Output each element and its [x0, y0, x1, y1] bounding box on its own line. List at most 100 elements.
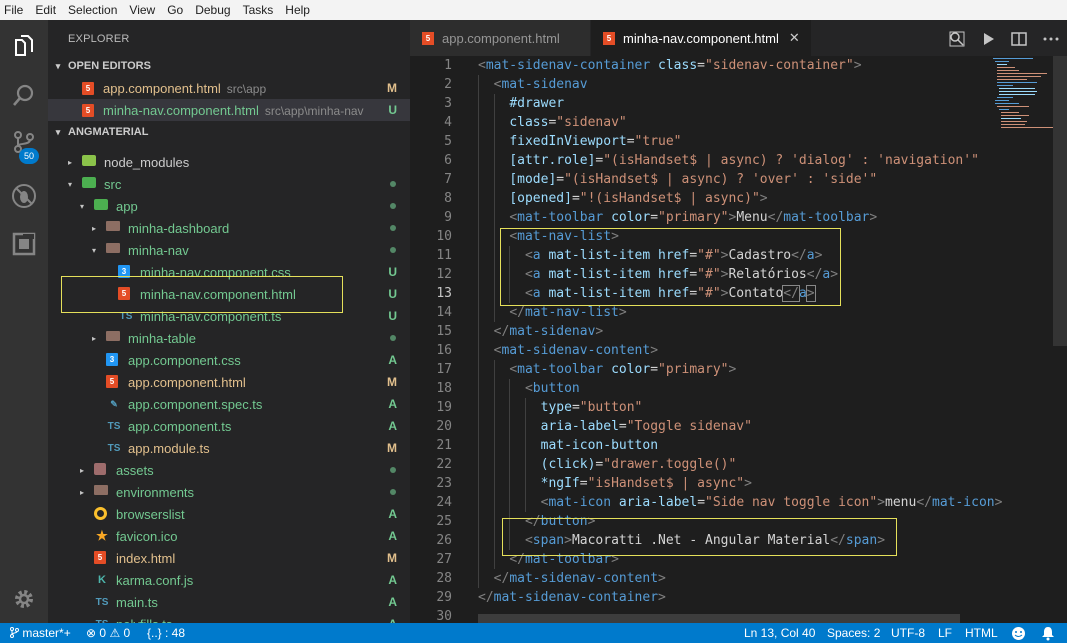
code-token: [mode] [509, 172, 557, 187]
tab-minha-nav-component-html[interactable]: 5 minha-nav.component.html ✕ [591, 20, 811, 56]
tree-file[interactable]: 5 app.component.html M [48, 371, 410, 393]
cursor-position[interactable]: Ln 13, Col 40 [744, 626, 815, 640]
menu-edit[interactable]: Edit [30, 3, 63, 17]
tab-app-component-html[interactable]: 5 app.component.html [410, 20, 590, 56]
line-number: 12 [436, 267, 452, 282]
code-line[interactable]: </mat-sidenav> [478, 322, 604, 341]
file-name: minha-nav.component.html [103, 102, 259, 118]
git-status-badge: A [388, 529, 397, 543]
chevron-down-icon: ▾ [79, 201, 84, 211]
files-icon[interactable] [0, 22, 48, 70]
horizontal-scrollbar[interactable] [478, 614, 960, 623]
split-editor-icon[interactable] [1010, 30, 1028, 48]
tree-folder[interactable]: ▸ environments [48, 481, 410, 503]
debug-icon[interactable] [0, 172, 48, 220]
code-line[interactable]: </mat-sidenav-content> [478, 569, 666, 588]
line-number: 28 [436, 571, 452, 586]
code-line[interactable]: mat-icon-button [478, 436, 658, 455]
tab-label: app.component.html [442, 30, 560, 46]
language-mode[interactable]: HTML [965, 626, 998, 640]
open-editor-item[interactable]: 5 app.component.html src\app M [48, 77, 410, 99]
notifications-bell-icon[interactable] [1041, 626, 1055, 643]
code-line[interactable]: <mat-toolbar color="primary"> [478, 360, 736, 379]
code-line[interactable]: <mat-sidenav [478, 75, 588, 94]
code-line[interactable]: (click)="drawer.toggle()" [478, 455, 737, 474]
code-line[interactable]: aria-label="Toggle sidenav" [478, 417, 752, 436]
tree-folder[interactable]: ▾ minha-nav [48, 239, 410, 261]
project-header[interactable]: ▾ ANGMATERIAL [48, 121, 410, 143]
menu-help[interactable]: Help [280, 3, 317, 17]
tree-folder[interactable]: ▸ assets [48, 459, 410, 481]
tree-file[interactable]: 5 index.html M [48, 547, 410, 569]
braces-indicator[interactable]: {..} : 48 [147, 626, 185, 640]
tree-file[interactable]: TSpolyfills.tsA [48, 613, 410, 624]
tree-file[interactable]: TS app.module.ts M [48, 437, 410, 459]
menu-view[interactable]: View [124, 3, 162, 17]
tree-folder[interactable]: ▾ src [48, 173, 410, 195]
code-line[interactable]: <mat-icon aria-label="Side nav toggle ic… [478, 493, 1003, 512]
open-changes-icon[interactable] [948, 30, 966, 48]
tree-folder[interactable]: ▸ minha-table [48, 327, 410, 349]
search-icon[interactable] [0, 72, 48, 120]
encoding[interactable]: UTF-8 [891, 626, 925, 640]
tree-file[interactable]: browserslist A [48, 503, 410, 525]
problems-indicator[interactable]: ⊗ 0 ⚠ 0 [86, 626, 130, 640]
line-number: 22 [436, 457, 452, 472]
tree-file[interactable]: ★ favicon.ico A [48, 525, 410, 547]
tree-folder[interactable]: ▸ node_modules [48, 151, 410, 173]
open-editor-item[interactable]: 5 minha-nav.component.html src\app\minha-n… [48, 99, 410, 121]
tree-label: app.component.css [128, 352, 241, 368]
open-editors-header[interactable]: ▾ OPEN EDITORS [48, 55, 410, 77]
scrollbar-thumb[interactable] [1053, 56, 1067, 346]
code-line[interactable]: [attr.role]="(isHandset$ | async) ? 'dia… [478, 151, 979, 170]
end-of-line[interactable]: LF [938, 626, 952, 640]
code-line[interactable]: *ngIf="isHandset$ | async"> [478, 474, 752, 493]
feedback-smiley-icon[interactable] [1011, 626, 1026, 643]
minimap[interactable] [993, 56, 1053, 136]
favicon-icon: ★ [96, 528, 108, 543]
tree-file[interactable]: TS main.ts A [48, 591, 410, 613]
menu-tasks[interactable]: Tasks [238, 3, 281, 17]
menu-debug[interactable]: Debug [190, 3, 237, 17]
tree-folder[interactable]: ▸ minha-dashboard [48, 217, 410, 239]
tree-file[interactable]: Kkarma.conf.js A [48, 569, 410, 591]
code-token: > [759, 191, 768, 206]
code-editor[interactable]: 1 <mat-sidenav-container class="sidenav-c… [410, 56, 1067, 623]
close-icon[interactable]: ✕ [789, 30, 800, 46]
code-line[interactable]: <mat-toolbar color="primary">Menu</mat-t… [478, 208, 877, 227]
line-number: 19 [436, 400, 452, 415]
code-line[interactable]: <mat-sidenav-container class="sidenav-co… [478, 56, 862, 75]
code-token: = [650, 210, 659, 225]
line-number: 8 [444, 191, 452, 206]
code-line[interactable]: [mode]="(isHandset$ | async) ? 'over' : … [478, 170, 877, 189]
code-line[interactable]: <mat-sidenav-content> [478, 341, 658, 360]
code-token: > [618, 305, 627, 320]
code-line[interactable]: type="button" [478, 398, 643, 417]
code-line[interactable]: #drawer [478, 94, 564, 113]
code-line[interactable]: <button [478, 379, 580, 398]
code-token: < [478, 58, 486, 73]
code-line[interactable]: class="sidenav" [478, 113, 626, 132]
settings-gear-icon[interactable] [0, 575, 48, 623]
node-modules-folder-icon [82, 155, 96, 166]
vertical-scrollbar[interactable] [1053, 56, 1067, 623]
tree-folder[interactable]: ▾ app [48, 195, 410, 217]
code-line[interactable]: fixedInViewport="true" [478, 132, 681, 151]
code-token: mat-sidenav-content [509, 571, 659, 586]
more-actions-icon[interactable] [1042, 30, 1060, 48]
code-line[interactable]: </mat-sidenav-container> [478, 588, 666, 607]
menu-go[interactable]: Go [162, 3, 190, 17]
branch-indicator[interactable]: master*+ [10, 626, 71, 640]
tree-file[interactable]: ✎ app.component.spec.ts A [48, 393, 410, 415]
menu-file[interactable]: File [0, 3, 30, 17]
tree-label: app.component.ts [128, 418, 232, 434]
indentation[interactable]: Spaces: 2 [827, 626, 880, 640]
menu-selection[interactable]: Selection [63, 3, 124, 17]
git-status-badge: M [387, 375, 397, 389]
extensions-icon[interactable] [0, 220, 48, 268]
tree-file[interactable]: TS app.component.ts A [48, 415, 410, 437]
tree-file[interactable]: 3 app.component.css A [48, 349, 410, 371]
code-token: aria-label [618, 495, 698, 510]
run-icon[interactable] [979, 30, 997, 48]
code-line[interactable]: [opened]="!(isHandset$ | async)"> [478, 189, 768, 208]
